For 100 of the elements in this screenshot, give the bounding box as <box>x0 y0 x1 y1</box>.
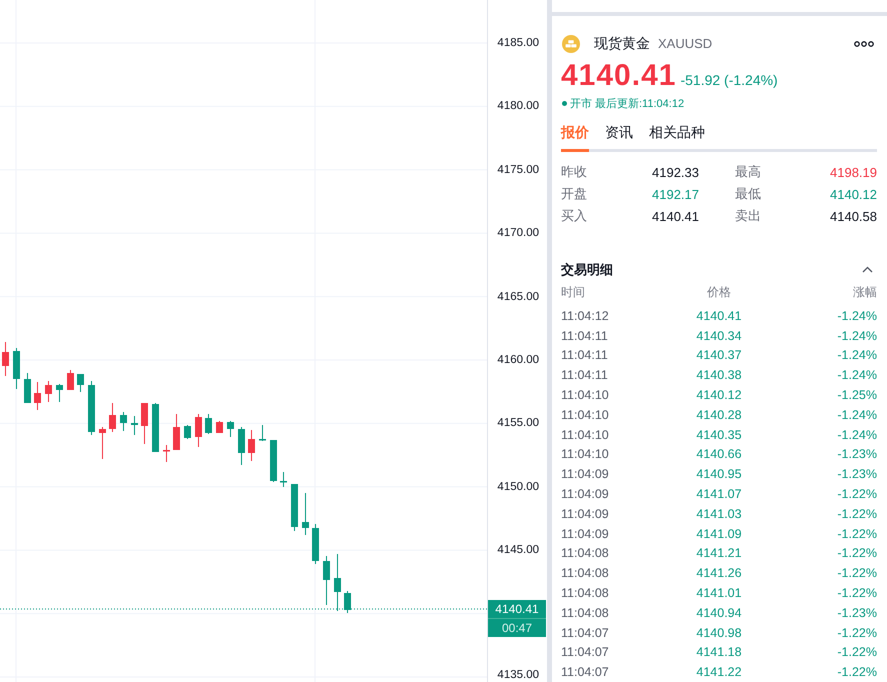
candlestick <box>302 493 309 535</box>
trade-price: 4141.26 <box>696 566 742 580</box>
trade-price: 4140.34 <box>696 328 742 343</box>
trade-time: 11:04:10 <box>561 428 609 442</box>
candlestick <box>131 416 138 435</box>
axis-label: 4160.00 <box>497 353 539 367</box>
candlestick <box>152 403 159 452</box>
price-change: -51.92 (-1.24%) <box>680 72 778 88</box>
column-header: 时间 <box>561 284 585 301</box>
candlestick <box>323 556 330 605</box>
trade-change: -1.22% <box>837 486 877 501</box>
candlestick <box>173 414 180 450</box>
axis-label: 4150.00 <box>497 480 539 494</box>
candlestick <box>109 403 116 432</box>
column-header: 价格 <box>706 284 731 301</box>
trade-change: -1.23% <box>837 606 877 620</box>
trade-price: 4140.35 <box>696 428 742 442</box>
trade-change: -1.25% <box>837 388 877 402</box>
trade-price: 4140.41 <box>696 308 742 323</box>
trade-time: 11:04:07 <box>561 645 609 660</box>
tab[interactable]: 资讯 <box>605 122 633 152</box>
trade-price: 4140.37 <box>696 348 742 362</box>
tab[interactable]: 相关品种 <box>649 122 705 152</box>
axis-label: 4155.00 <box>497 416 539 430</box>
bar-countdown-label: 00:47 <box>488 619 546 637</box>
candlestick <box>120 412 127 431</box>
trade-change: -1.24% <box>837 348 877 362</box>
instrument-name: 现货黄金 <box>594 34 650 53</box>
trade-change: -1.24% <box>837 428 877 442</box>
axis-label: 4145.00 <box>497 543 539 558</box>
caret-icon[interactable] <box>862 266 873 274</box>
candlestick <box>195 414 202 447</box>
candlestick <box>270 440 277 482</box>
ingots-icon <box>562 34 580 53</box>
trade-change: -1.23% <box>837 447 877 462</box>
candlestick <box>216 421 223 433</box>
trade-time: 11:04:12 <box>561 308 609 323</box>
axis-label: 4185.00 <box>497 36 539 50</box>
trade-change: -1.22% <box>837 665 877 680</box>
candlestick <box>24 373 31 403</box>
trade-change: -1.24% <box>837 368 877 382</box>
candlestick <box>141 403 148 444</box>
trade-time: 11:04:08 <box>561 606 609 620</box>
trade-time: 11:04:09 <box>561 506 609 521</box>
candlestick <box>259 425 266 441</box>
stat-label: 买入 <box>561 208 587 226</box>
trade-price: 4140.95 <box>696 467 742 482</box>
trade-price: 4140.38 <box>696 368 742 382</box>
status-dot-icon <box>562 101 567 106</box>
trade-time: 11:04:09 <box>561 467 609 482</box>
trade-change: -1.22% <box>837 546 877 560</box>
trade-change: -1.24% <box>837 328 877 343</box>
stat-value: 4140.41 <box>652 208 699 226</box>
stat-value: 4198.19 <box>830 164 877 182</box>
trade-time: 11:04:07 <box>561 626 609 640</box>
trade-change: -1.22% <box>837 586 877 600</box>
trade-price: 4140.28 <box>696 408 742 422</box>
last-price-label: 4140.41 <box>488 600 546 619</box>
trade-price: 4140.94 <box>696 606 742 620</box>
trade-time: 11:04:10 <box>561 408 609 422</box>
trade-price: 4140.66 <box>696 447 742 462</box>
candlestick <box>34 382 41 410</box>
trade-time: 11:04:11 <box>561 368 608 382</box>
last-price: 4140.41 <box>561 58 676 93</box>
stat-value: 4140.12 <box>830 186 877 204</box>
trade-change: -1.22% <box>837 526 877 541</box>
trade-time: 11:04:07 <box>561 665 609 680</box>
trade-change: -1.24% <box>837 308 877 323</box>
trade-price: 4141.18 <box>696 645 742 660</box>
trade-price: 4141.09 <box>696 526 742 541</box>
trade-time: 11:04:11 <box>561 348 608 362</box>
trade-price: 4141.21 <box>696 546 742 560</box>
trade-change: -1.22% <box>837 645 877 660</box>
stat-value: 4192.17 <box>652 186 699 204</box>
trade-change: -1.22% <box>837 506 877 521</box>
candlestick <box>163 445 170 462</box>
candlestick <box>344 591 351 613</box>
candlestick <box>227 421 234 437</box>
candlestick <box>67 370 74 390</box>
last-update-time: 最后更新:11:04:12 <box>595 96 684 112</box>
stat-label: 开盘 <box>561 186 587 204</box>
trade-time: 11:04:09 <box>561 486 609 501</box>
trade-price: 4141.03 <box>696 506 742 521</box>
trade-time: 11:04:10 <box>561 447 609 462</box>
axis-label: 4175.00 <box>497 162 539 177</box>
trade-time: 11:04:08 <box>561 546 609 560</box>
trade-price: 4141.01 <box>696 586 742 600</box>
candlestick <box>184 425 191 439</box>
market-status: 开市 <box>570 96 592 112</box>
axis-label: 4180.00 <box>497 99 539 114</box>
stat-value: 4192.33 <box>652 164 699 182</box>
section-title: 交易明细 <box>561 262 613 279</box>
candlestick <box>291 484 298 531</box>
trade-time: 11:04:11 <box>561 328 608 343</box>
more-icon[interactable] <box>854 40 874 47</box>
trade-time: 11:04:08 <box>561 566 609 580</box>
axis-label: 4165.00 <box>497 290 539 304</box>
trade-price: 4141.22 <box>696 665 742 680</box>
trade-price: 4140.98 <box>696 626 742 640</box>
candlestick <box>238 427 245 465</box>
